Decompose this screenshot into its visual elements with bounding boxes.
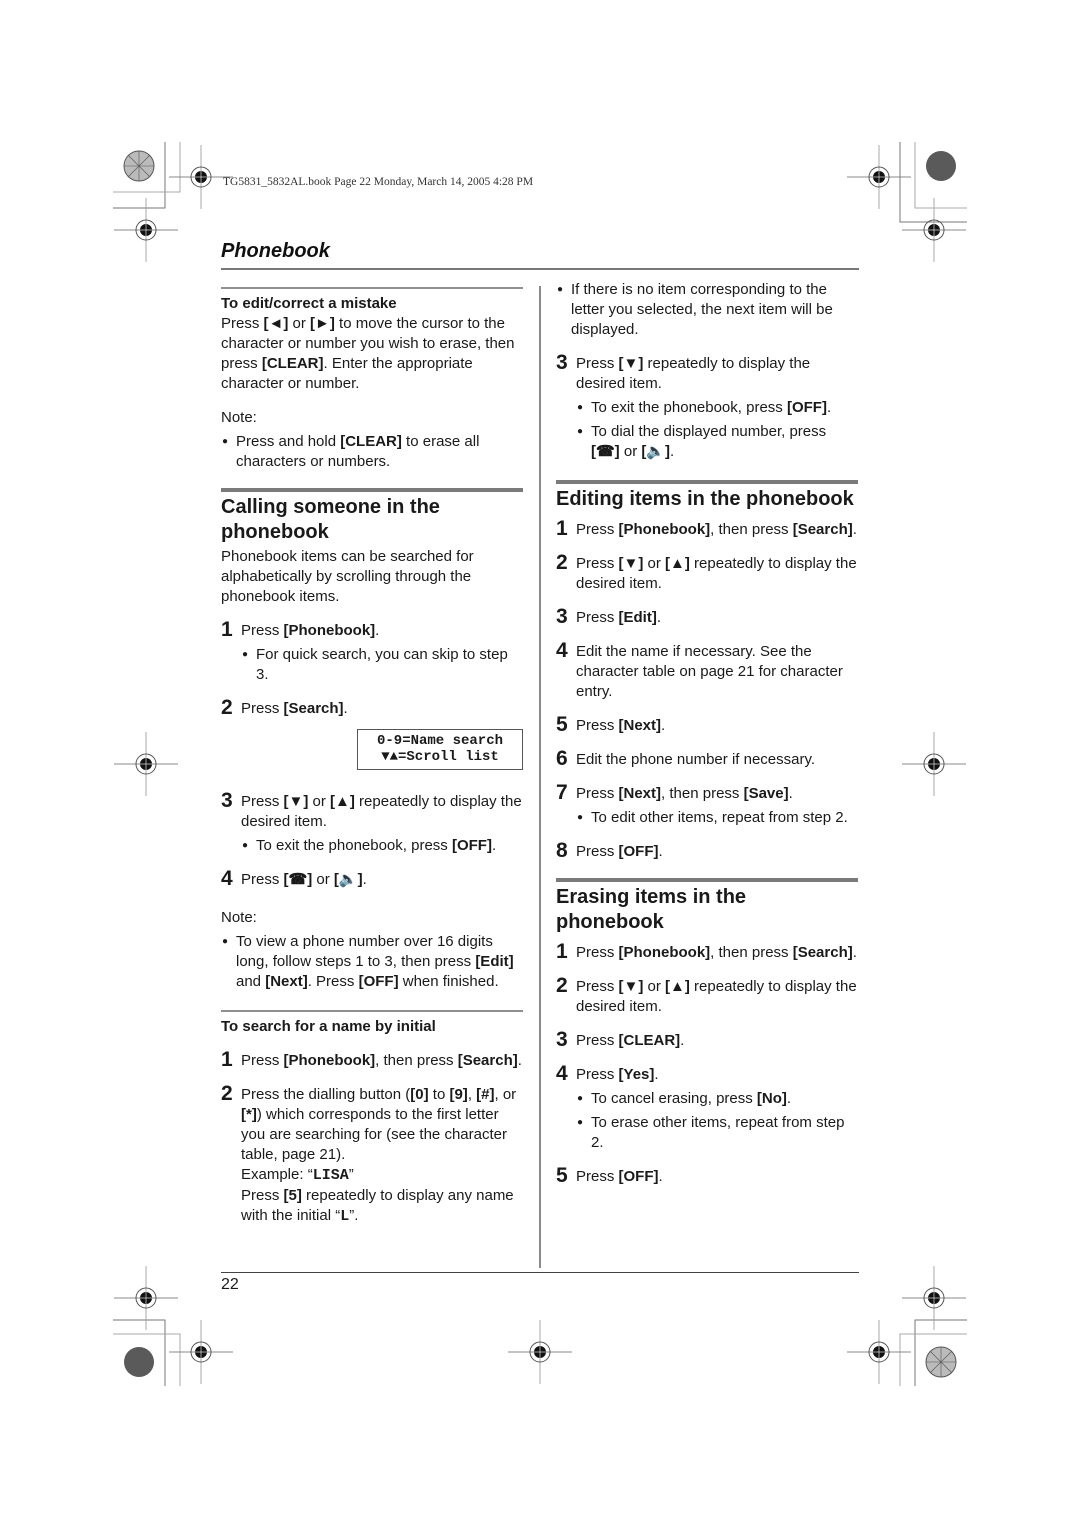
note-bullet-2: To view a phone number over 16 digits lo… [221,932,523,992]
crosshair-target-icon [508,1320,572,1384]
section-rule [556,878,858,882]
talk-key-icon: [☎] [283,871,313,888]
step-1: 1 Press [Phonebook]. For quick search, y… [221,619,523,685]
talk-key-icon: [☎] [591,443,620,460]
lcd-display: 0-9=Name search ▼▲=Scroll list [357,729,523,770]
edit-text: Press [◄] or [►] to move the cursor to t… [221,315,515,392]
edit-step-1: 1 Press [Phonebook], then press [Search]. [556,517,857,540]
section-rule [221,488,523,492]
crosshair-target-icon [114,732,178,796]
subsection-rule [221,1010,523,1012]
edit-step-8: 8 Press [OFF]. [556,839,663,862]
left-column: To edit/correct a mistake Press [◄] or [… [221,287,523,1227]
crosshair-target-icon [847,1320,911,1384]
section-rule [556,480,858,484]
crosshair-target-icon [169,1320,233,1384]
erase-step-3: 3 Press [CLEAR]. [556,1028,685,1051]
calling-intro: Phonebook items can be searched for alph… [221,548,474,605]
edit-step-5: 5 Press [Next]. [556,713,666,736]
column-divider [539,286,541,1268]
erase-step-5: 5 Press [OFF]. [556,1164,663,1187]
solid-dot-icon [124,1347,154,1377]
erasing-heading: Erasing items in the phonebook [556,886,747,933]
step-2: 2 Press [Search]. [221,696,348,719]
speaker-key-icon: [🔈] [641,443,671,460]
speaker-key-icon: [🔈] [333,871,363,888]
note-bullet: Press and hold [CLEAR] to erase all char… [221,432,523,472]
footer-rule [221,1272,859,1273]
editing-heading: Editing items in the phonebook [556,488,854,510]
continued-bullet: If there is no item corresponding to the… [556,280,858,340]
erase-step-2: 2 Press [▼] or [▲] repeatedly to display … [556,974,857,1015]
continued-step-3: 3 Press [▼] repeatedly to display the de… [556,352,858,462]
calling-heading: Calling someone in the phonebook [221,496,440,543]
step-3: 3 Press [▼] or [▲] repeatedly to display… [221,790,523,856]
edit-heading: To edit/correct a mistake [221,295,397,312]
edit-step-2: 2 Press [▼] or [▲] repeatedly to display … [556,551,857,592]
subsection-rule [221,287,523,289]
edit-step-6: 6 Edit the phone number if necessary. [556,747,816,770]
edit-step-7: 7Press [Next], then press [Save]. To edi… [556,782,858,828]
initial-step-2: 2 Press the dialling button ([0] to [9],… [221,1082,517,1225]
note-label: Note: [221,409,257,426]
step-4: 4 Press [☎] or [🔈]. [221,867,367,890]
edit-step-4: 4 Edit the name if necessary. See the cha… [556,639,843,700]
erase-step-1: 1 Press [Phonebook], then press [Search]. [556,940,857,963]
print-header: TG5831_5832AL.book Page 22 Monday, March… [223,176,534,188]
crosshair-target-icon [902,732,966,796]
initial-step-1: 1 Press [Phonebook], then press [Search]… [221,1048,522,1071]
initial-heading: To search for a name by initial [221,1018,436,1035]
title-rule [221,268,859,270]
crosshair-target-icon [847,145,911,209]
page-number: 22 [221,1276,239,1293]
solid-dot-icon [926,151,956,181]
right-column: If there is no item corresponding to the… [556,280,858,1187]
edit-step-3: 3 Press [Edit]. [556,605,662,628]
note-label-2: Note: [221,909,257,926]
page-title: Phonebook [221,240,330,262]
erase-step-4: 4Press [Yes]. To cancel erasing, press [… [556,1063,858,1153]
